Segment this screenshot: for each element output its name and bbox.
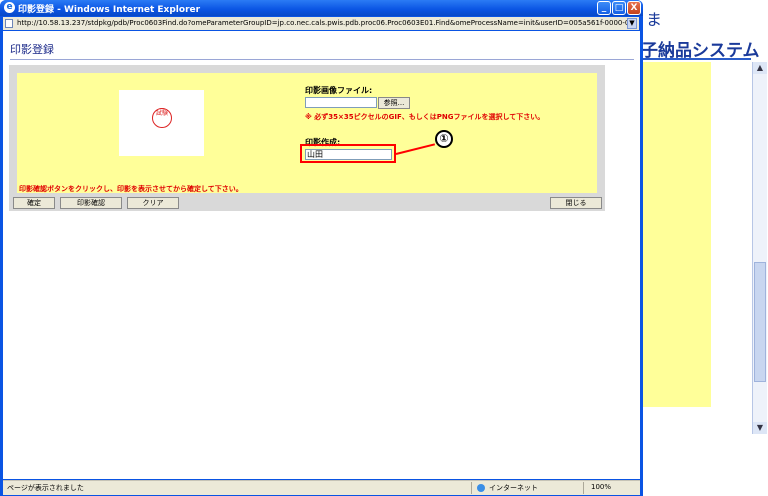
parent-scrollbar[interactable]: ▲ ▼ [752, 62, 767, 434]
globe-icon [477, 484, 485, 492]
instruction-text: 印影確認ボタンをクリックし、印影を表示させてから確定して下さい。 [19, 185, 243, 193]
page-title: 印影登録 [10, 43, 54, 56]
browse-button[interactable]: 参照... [378, 97, 410, 109]
page-icon [5, 19, 13, 28]
file-note: ※ 必ず35×35ピクセルのGIF、もしくはPNGファイルを選択して下さい。 [305, 113, 545, 121]
file-label: 印影画像ファイル: [305, 86, 373, 95]
address-bar[interactable]: http://10.58.13.237/stdpkg/pdb/Proc0603F… [3, 17, 639, 30]
status-separator [583, 482, 584, 494]
security-zone: インターネット [489, 484, 538, 492]
maximize-button[interactable]: □ [612, 1, 626, 15]
status-bar: ページが表示されました インターネット 100% [3, 480, 640, 495]
clear-button[interactable]: クリア [127, 197, 179, 209]
popup-window: e 印影登録 - Windows Internet Explorer _ □ X… [0, 0, 643, 496]
address-url[interactable]: http://10.58.13.237/stdpkg/pdb/Proc0603F… [17, 18, 627, 29]
scroll-up-icon[interactable]: ▲ [753, 62, 767, 74]
highlight-box [300, 144, 396, 163]
status-text: ページが表示されました [7, 484, 84, 492]
stamp-preview: 試験 [119, 90, 204, 156]
close-button[interactable]: 閉じる [550, 197, 602, 209]
confirm-button[interactable]: 確定 [13, 197, 55, 209]
ie-icon: e [4, 2, 15, 13]
parent-yellow-panel [643, 62, 711, 407]
callout-marker: ① [435, 130, 453, 148]
scroll-thumb[interactable] [754, 262, 766, 382]
address-dropdown-icon[interactable]: ▼ [627, 18, 637, 29]
status-separator [471, 482, 472, 494]
preview-stamp-button[interactable]: 印影確認 [60, 197, 122, 209]
page-content: 印影登録 試験 印影画像ファイル: 参照... ※ 必ず35×35ピクセルのGI… [3, 31, 640, 479]
minimize-button[interactable]: _ [597, 1, 611, 15]
scroll-down-icon[interactable]: ▼ [753, 422, 767, 434]
parent-divider [643, 58, 751, 60]
parent-title-top: ま [646, 10, 663, 29]
file-input[interactable] [305, 97, 377, 108]
close-window-button[interactable]: X [627, 1, 641, 15]
title-divider [10, 59, 634, 60]
title-bar[interactable]: e 印影登録 - Windows Internet Explorer _ □ X [0, 0, 643, 16]
zoom-level[interactable]: 100% [591, 483, 611, 491]
stamp-image: 試験 [152, 108, 172, 128]
window-title: 印影登録 - Windows Internet Explorer [18, 5, 201, 15]
